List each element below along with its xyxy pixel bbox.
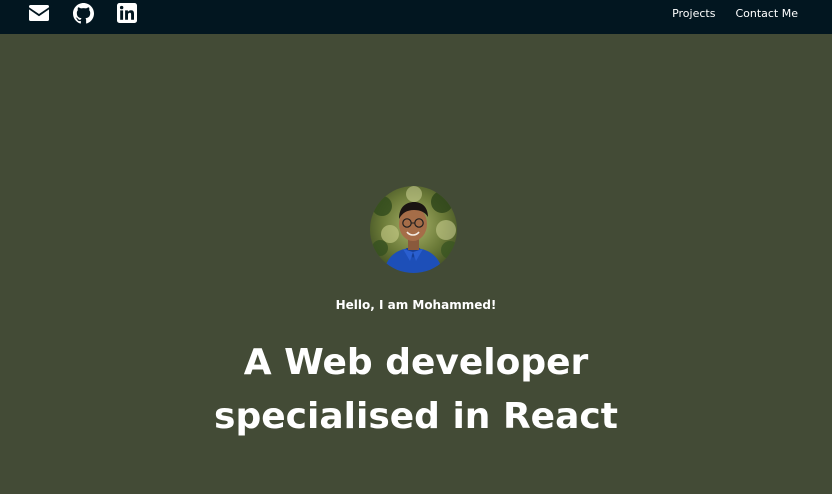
nav-link-projects[interactable]: Projects (672, 7, 715, 20)
envelope-icon (29, 5, 49, 21)
hero-section: Hello, I am Mohammed! A Web developer sp… (0, 34, 832, 494)
headline-line-1: A Web developer (243, 342, 589, 383)
headline-line-2: specialised in React (214, 396, 618, 437)
profile-photo (370, 186, 457, 273)
social-links (28, 0, 138, 26)
email-link[interactable] (28, 2, 50, 24)
avatar (370, 186, 457, 273)
greeting-text: Hello, I am Mohammed! (335, 298, 497, 312)
github-icon (72, 2, 94, 23)
nav-links: Projects Contact Me (672, 0, 798, 26)
linkedin-link[interactable] (116, 2, 138, 24)
github-link[interactable] (72, 2, 94, 24)
nav-link-contact[interactable]: Contact Me (735, 7, 798, 20)
hero-headline: A Web developer specialised in React (0, 336, 832, 444)
linkedin-icon (117, 3, 137, 23)
top-navbar: Projects Contact Me (0, 0, 832, 34)
